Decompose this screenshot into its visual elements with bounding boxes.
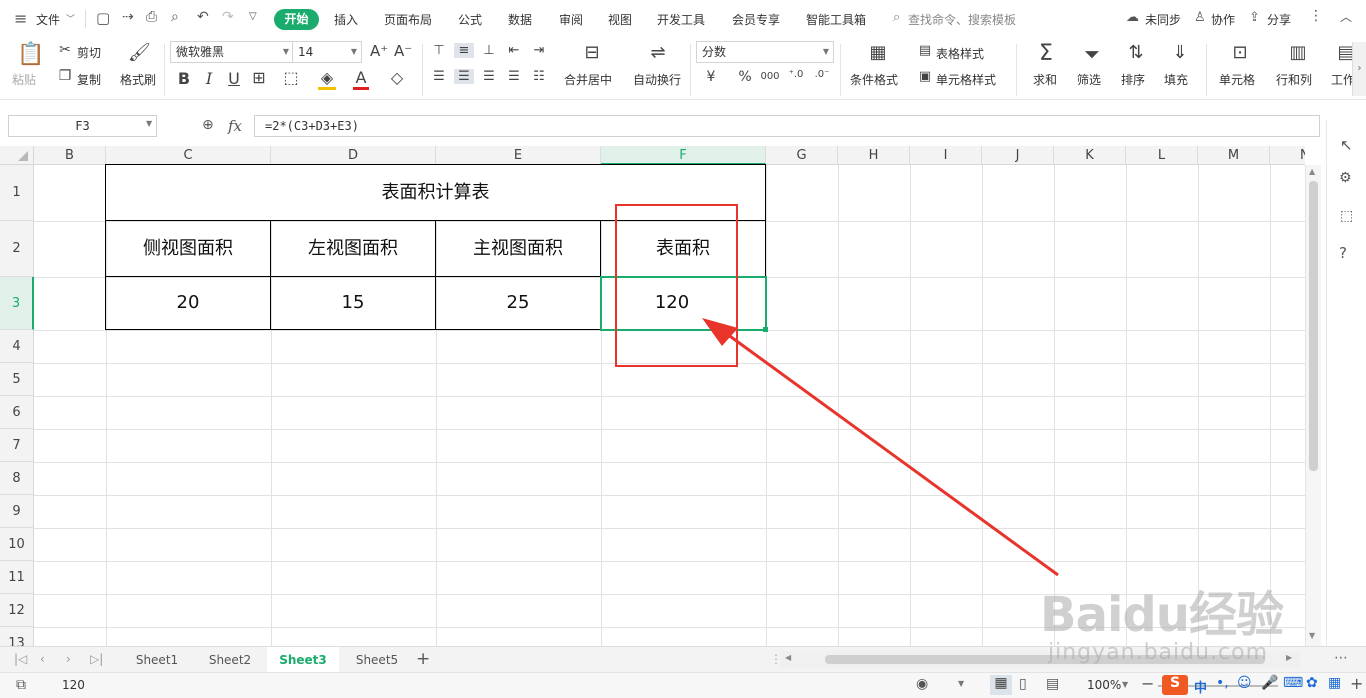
sheet-tab-2[interactable]: Sheet2 — [195, 647, 265, 673]
watermark-url: jingyan.baidu.com — [1048, 640, 1269, 665]
scroll-right-icon[interactable]: ▶ — [1286, 653, 1292, 662]
ime-emoji-icon[interactable]: ☺ — [1237, 675, 1252, 691]
more-options-icon[interactable]: ⋯ — [1334, 650, 1348, 666]
watermark-brand: Baidu经验 — [1040, 587, 1284, 643]
ime-keyboard-icon[interactable]: ⌨ — [1283, 675, 1303, 691]
status-bar: ⧉ 120 ◉ ▼ ▦ ▯ ▤ 100% ▼ − S 中 •, ☺ 🎤 ⌨ ✿ … — [0, 672, 1366, 698]
scroll-down-icon[interactable]: ▼ — [1309, 631, 1315, 640]
watermark-logo: Baidu经验 — [1040, 575, 1284, 645]
chevron-down-icon[interactable]: ▼ — [1122, 680, 1128, 689]
add-sheet-icon[interactable]: + — [416, 649, 430, 669]
ime-chinese-icon[interactable]: 中 — [1194, 677, 1207, 696]
page-break-view-icon[interactable]: ▤ — [1046, 676, 1059, 692]
sheet-tab-3[interactable]: Sheet3 — [267, 647, 339, 673]
adjust-icon[interactable]: ⚙ — [1339, 170, 1352, 186]
annotation-arrow-shaft — [715, 324, 1059, 577]
page-layout-view-icon[interactable]: ▯ — [1019, 676, 1027, 692]
scroll-left-icon[interactable]: ◀ — [785, 653, 791, 662]
prev-sheet-icon[interactable]: ‹ — [40, 652, 45, 666]
vertical-scroll-thumb[interactable] — [1309, 181, 1318, 471]
last-sheet-icon[interactable]: ▷| — [90, 652, 103, 666]
zoom-in-icon[interactable]: + — [1350, 674, 1363, 693]
sheet-tab-5[interactable]: Sheet5 — [342, 647, 412, 673]
format-panel-icon[interactable]: ⬚ — [1340, 208, 1353, 224]
annotation-highlight-box — [615, 204, 738, 367]
eye-protect-icon[interactable]: ◉ — [916, 676, 928, 692]
sheet-tab-1[interactable]: Sheet1 — [122, 647, 192, 673]
annotation-arrow-head — [702, 318, 738, 346]
vertical-scrollbar[interactable]: ▲ ▼ — [1305, 165, 1321, 646]
zoom-level[interactable]: 100% — [1087, 678, 1121, 692]
zoom-out-icon[interactable]: − — [1141, 674, 1154, 693]
macro-record-icon[interactable]: ⧉ — [16, 677, 26, 693]
ime-voice-icon[interactable]: 🎤 — [1261, 675, 1278, 691]
chevron-down-icon[interactable]: ▼ — [958, 679, 964, 688]
ime-punct-icon[interactable]: •, — [1216, 675, 1229, 691]
status-value: 120 — [62, 678, 85, 692]
right-side-panel: ↖ ⚙ ⬚ ? — [1326, 120, 1366, 650]
next-sheet-icon[interactable]: › — [66, 652, 71, 666]
ime-skin-icon[interactable]: ✿ — [1306, 675, 1318, 691]
cursor-select-icon[interactable]: ↖ — [1340, 136, 1353, 154]
normal-view-icon[interactable]: ▦ — [990, 675, 1012, 695]
help-icon[interactable]: ? — [1339, 244, 1347, 262]
scroll-up-icon[interactable]: ▲ — [1309, 167, 1315, 176]
ime-menu-icon[interactable]: ▦ — [1328, 675, 1341, 691]
first-sheet-icon[interactable]: |◁ — [14, 652, 27, 666]
ime-sogou-icon[interactable]: S — [1162, 675, 1188, 695]
